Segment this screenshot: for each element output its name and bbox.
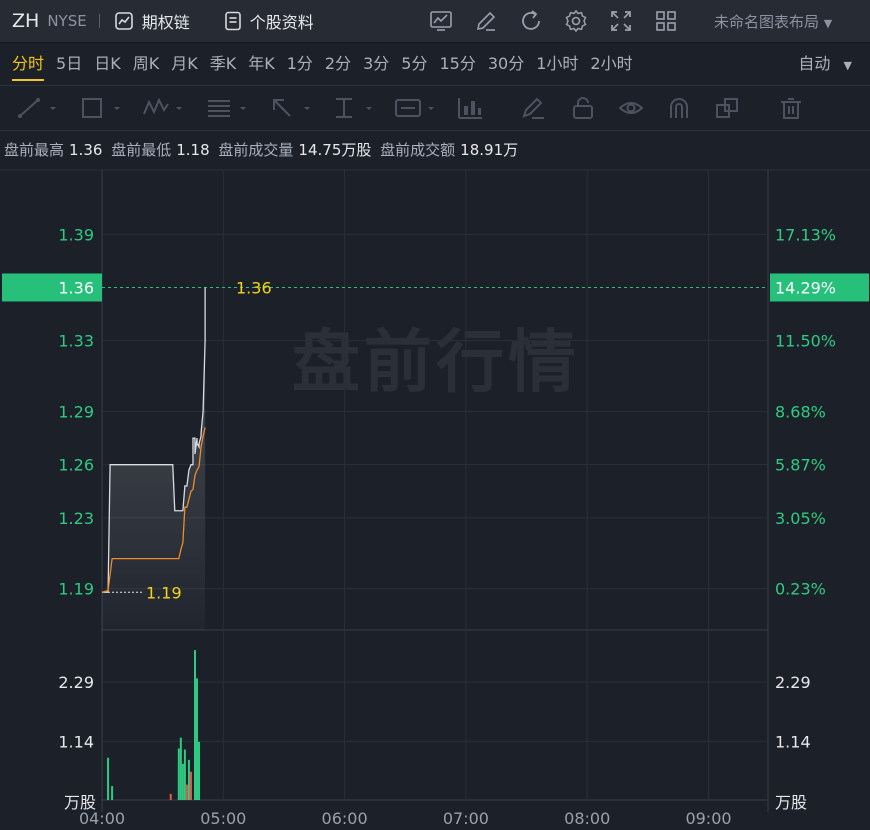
x-tick-label: 09:00 bbox=[685, 809, 731, 828]
intraday-chart[interactable]: 盘前行情 04:00 05:00 06:00 07:00 08:00 09:001.39 1… bbox=[0, 0, 870, 830]
volume-bar bbox=[179, 737, 182, 800]
volume-bar bbox=[111, 786, 114, 800]
pct-tick-label: 11.50% bbox=[775, 332, 836, 351]
volume-tick-label-right: 2.29 bbox=[775, 673, 811, 692]
volume-bar bbox=[177, 748, 180, 800]
volume-bar bbox=[183, 749, 186, 800]
price-tick-label: 1.29 bbox=[58, 403, 94, 422]
pct-tick-label: 3.05% bbox=[775, 509, 826, 528]
volume-tick-label-right: 1.14 bbox=[775, 732, 811, 751]
current-price-badge-label: 1.36 bbox=[58, 278, 94, 297]
x-tick-label: 06:00 bbox=[322, 809, 368, 828]
current-pct-badge-label: 14.29% bbox=[775, 278, 836, 297]
price-tick-label: 1.23 bbox=[58, 509, 94, 528]
volume-bar bbox=[107, 757, 110, 800]
volume-unit-label-right: 万股 bbox=[775, 793, 807, 812]
low-price-label: 1.19 bbox=[146, 583, 182, 602]
pct-tick-label: 8.68% bbox=[775, 403, 826, 422]
price-tick-label: 1.19 bbox=[58, 580, 94, 599]
volume-bar bbox=[187, 759, 190, 800]
volume-bar bbox=[198, 741, 201, 800]
price-area bbox=[102, 287, 206, 630]
pct-tick-label: 17.13% bbox=[775, 225, 836, 244]
volume-bar bbox=[169, 793, 172, 800]
price-tick-label: 1.39 bbox=[58, 225, 94, 244]
price-tick-label: 1.33 bbox=[58, 332, 94, 351]
x-tick-label: 08:00 bbox=[564, 809, 610, 828]
pct-tick-label: 5.87% bbox=[775, 456, 826, 475]
high-price-label: 1.36 bbox=[236, 278, 272, 297]
x-tick-label: 07:00 bbox=[443, 809, 489, 828]
volume-bar bbox=[185, 784, 188, 800]
volume-tick-label: 1.14 bbox=[58, 732, 94, 751]
volume-tick-label: 2.29 bbox=[58, 673, 94, 692]
chart-watermark: 盘前行情 bbox=[292, 324, 580, 403]
volume-bar bbox=[181, 763, 184, 800]
volume-bar bbox=[193, 650, 196, 800]
volume-bar bbox=[196, 678, 199, 800]
volume-unit-label: 万股 bbox=[64, 793, 96, 812]
pct-tick-label: 0.23% bbox=[775, 580, 826, 599]
volume-bar bbox=[189, 771, 192, 800]
x-tick-label: 05:00 bbox=[200, 809, 246, 828]
price-tick-label: 1.26 bbox=[58, 456, 94, 475]
